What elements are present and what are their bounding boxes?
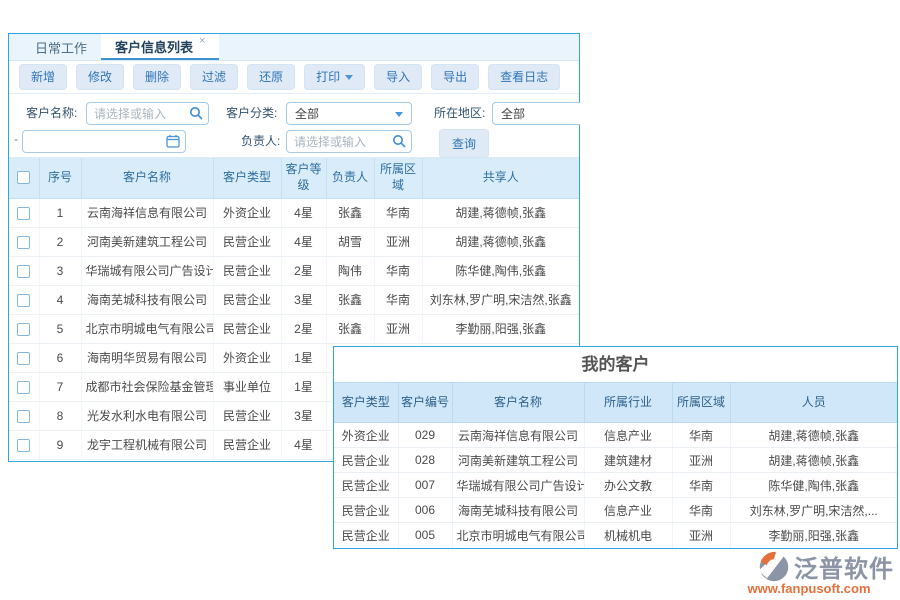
customer-code-link[interactable]: 006 [398,498,452,523]
customer-name-link[interactable]: 海南芜城科技有限公司 [81,285,213,314]
tab-close-icon[interactable]: × [199,35,205,47]
row-checkbox[interactable] [17,323,30,336]
edit-button[interactable]: 修改 [76,64,124,90]
customer-name-label: 客户名称: [26,102,77,124]
table-header-row: 客户类型 客户编号 客户名称 所属行业 所属区域 人员 [334,383,897,423]
query-button[interactable]: 查询 [439,129,489,158]
view-log-button[interactable]: 查看日志 [488,64,560,90]
customer-name-link[interactable]: 光发水利水电有限公司 [81,401,213,430]
customer-name-link[interactable]: 海南芜城科技有限公司 [452,498,584,523]
my-customers-title: 我的客户 [334,347,897,382]
region-label: 所在地区: [434,102,485,124]
owner-link[interactable]: 陶伟 [326,256,374,285]
calendar-icon[interactable] [166,134,180,148]
my-customers-table: 客户类型 客户编号 客户名称 所属行业 所属区域 人员 外资企业 029 云南海… [334,382,897,548]
search-icon[interactable] [189,106,203,120]
col-customer-name: 客户名称 [452,383,584,423]
col-customer-name: 客户名称 [81,158,213,198]
owner-link[interactable]: 张鑫 [326,198,374,227]
row-checkbox[interactable] [17,294,30,307]
customer-name-link[interactable]: 云南海祥信息有限公司 [81,198,213,227]
table-header-row: 序号 客户名称 客户类型 客户等级 负责人 所属区域 共享人 [9,158,579,198]
col-region: 所属区域 [672,383,730,423]
customer-name-link[interactable]: 北京市明城电气有限公司 [452,523,584,548]
export-button[interactable]: 导出 [431,64,479,90]
search-icon[interactable] [392,134,406,148]
chevron-down-icon [395,112,403,117]
restore-button[interactable]: 还原 [247,64,295,90]
my-customers-panel: 我的客户 客户类型 客户编号 客户名称 所属行业 所属区域 人员 外资企业 02… [333,346,898,549]
tab-customer-list-label: 客户信息列表 [115,37,193,56]
customer-name-link[interactable]: 龙宇工程机械有限公司 [81,430,213,459]
print-button[interactable]: 打印 [304,64,365,90]
customer-code-link[interactable]: 007 [398,473,452,498]
tab-customer-list[interactable]: 客户信息列表 × [101,34,219,60]
customer-name-link[interactable]: 海南明华贸易有限公司 [81,343,213,372]
customer-name-link[interactable]: 北京市明城电气有限公司 [81,314,213,343]
fanpu-logo-url: www.fanpusoft.com [694,581,894,596]
customer-code-link[interactable]: 028 [398,448,452,473]
col-customer-type: 客户类型 [334,383,398,423]
table-row[interactable]: 5 北京市明城电气有限公司 民营企业 2星 张鑫 亚洲 李勤丽,阳强,张鑫 [9,314,579,343]
customer-name-link[interactable]: 华瑞城有限公司广告设计部 [452,473,584,498]
col-customer-level: 客户等级 [281,158,326,198]
customer-name-link[interactable]: 河南美新建筑工程公司 [81,227,213,256]
row-checkbox[interactable] [17,410,30,423]
filter-area: 客户名称: 客户分类: 全部 所在地区: 全部 - 负责人: 查询 [9,94,579,158]
delete-button[interactable]: 删除 [133,64,181,90]
col-no: 序号 [39,158,81,198]
col-customer-code: 客户编号 [398,383,452,423]
table-row[interactable]: 民营企业 028 河南美新建筑工程公司 建筑建材 亚洲 胡建,蒋德帧,张鑫 [334,448,897,473]
row-checkbox[interactable] [17,352,30,365]
customer-category-select[interactable]: 全部 [286,102,412,125]
dropdown-arrow-icon [345,75,353,80]
owner-link[interactable]: 张鑫 [326,285,374,314]
row-checkbox[interactable] [17,207,30,220]
select-all-checkbox[interactable] [17,171,30,184]
tab-bar: 日常工作 客户信息列表 × [9,34,579,61]
col-industry: 所属行业 [584,383,672,423]
fanpu-logo-text: 泛普软件 [794,549,894,584]
row-checkbox[interactable] [17,381,30,394]
table-row[interactable]: 民营企业 007 华瑞城有限公司广告设计部 办公文教 华南 陈华健,陶伟,张鑫 [334,473,897,498]
customer-name-link[interactable]: 华瑞城有限公司广告设计部 [81,256,213,285]
table-row[interactable]: 1 云南海祥信息有限公司 外资企业 4星 张鑫 华南 胡建,蒋德帧,张鑫 [9,198,579,227]
tab-daily-work-label: 日常工作 [35,38,87,57]
col-staff: 人员 [730,383,897,423]
region-select[interactable]: 全部 [492,102,580,125]
customer-code-link[interactable]: 029 [398,423,452,448]
table-row[interactable]: 4 海南芜城科技有限公司 民营企业 3星 张鑫 华南 刘东林,罗广明,宋洁然,张… [9,285,579,314]
fanpu-logo-icon [758,551,790,583]
date-range-separator: - [14,132,18,146]
owner-link[interactable]: 张鑫 [326,314,374,343]
toolbar: 新增 修改 删除 过滤 还原 打印 导入 导出 查看日志 [9,61,579,94]
col-customer-type: 客户类型 [213,158,281,198]
customer-name-link[interactable]: 云南海祥信息有限公司 [452,423,584,448]
table-row[interactable]: 3 华瑞城有限公司广告设计部 民营企业 2星 陶伟 华南 陈华健,陶伟,张鑫 [9,256,579,285]
table-row[interactable]: 外资企业 029 云南海祥信息有限公司 信息产业 华南 胡建,蒋德帧,张鑫 [334,423,897,448]
row-checkbox[interactable] [17,265,30,278]
customer-name-link[interactable]: 河南美新建筑工程公司 [452,448,584,473]
import-button[interactable]: 导入 [374,64,422,90]
row-checkbox[interactable] [17,236,30,249]
add-button[interactable]: 新增 [19,64,67,90]
col-region: 所属区域 [374,158,422,198]
col-shared: 共享人 [422,158,579,198]
row-checkbox[interactable] [17,439,30,452]
customer-code-link[interactable]: 005 [398,523,452,548]
col-owner: 负责人 [326,158,374,198]
date-input[interactable] [22,130,186,153]
table-row[interactable]: 民营企业 005 北京市明城电气有限公司 机械机电 亚洲 李勤丽,阳强,张鑫 [334,523,897,548]
table-row[interactable]: 2 河南美新建筑工程公司 民营企业 4星 胡雪 亚洲 胡建,蒋德帧,张鑫 [9,227,579,256]
filter-button[interactable]: 过滤 [190,64,238,90]
owner-link[interactable]: 胡雪 [326,227,374,256]
owner-label: 负责人: [241,130,280,152]
customer-category-label: 客户分类: [226,102,277,124]
tab-daily-work[interactable]: 日常工作 [21,34,101,60]
customer-name-link[interactable]: 成都市社会保险基金管理... [81,372,213,401]
table-row[interactable]: 民营企业 006 海南芜城科技有限公司 信息产业 华南 刘东林,罗广明,宋洁然,… [334,498,897,523]
fanpu-logo: 泛普软件 www.fanpusoft.com [694,549,894,596]
